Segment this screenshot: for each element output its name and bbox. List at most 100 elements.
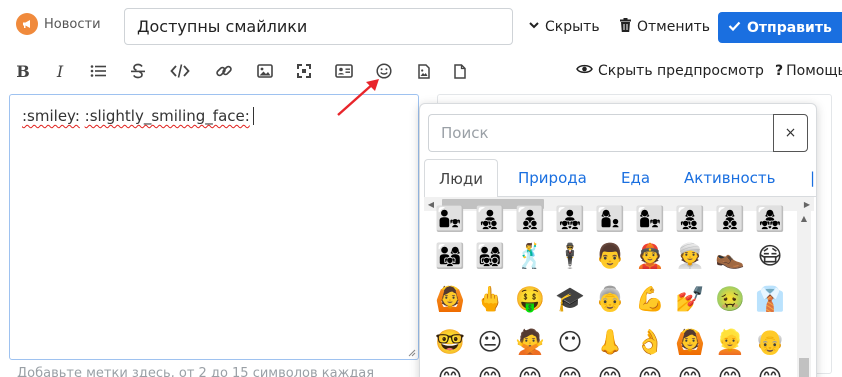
emoji-item[interactable]: 🙆 — [670, 327, 710, 357]
emoji-item[interactable]: 😊 — [550, 363, 590, 377]
emoji-item[interactable]: 😊 — [750, 363, 790, 377]
code-button[interactable] — [169, 60, 191, 82]
cancel-button-label: Отменить — [637, 19, 711, 35]
emoji-grid-scrollbar[interactable]: ▲ — [797, 211, 811, 377]
help-button-label: Помощь — [786, 63, 842, 79]
category-selector[interactable]: Новости — [16, 13, 101, 35]
emoji-item[interactable]: 👩‍👦‍👦 — [710, 204, 750, 234]
emoji-grid: 👨‍👧 👨‍👧‍👦 👨‍👦‍👦 👨‍👧‍👧 👩‍👦 👩‍👧 👩‍👧‍👦 👩‍👦‍👦 👩‍👧‍👧 👨… — [430, 205, 790, 377]
upload-file-button[interactable] — [449, 60, 471, 82]
tags-hint: Добавьте метки здесь, от 2 до 15 символо… — [17, 366, 375, 377]
editor-word-smiley: :smiley: — [22, 107, 80, 125]
emoji-item[interactable]: 🙅 — [510, 327, 550, 357]
editor-word-slightly-smiling-face: :slightly_smiling_face: — [84, 107, 250, 125]
emoji-category-tabs: Люди Природа Еда Активность | — [424, 159, 816, 198]
emoji-row: 😊😊😊😊😊😊😊😊😊 — [430, 363, 790, 377]
emoji-item[interactable]: 😊 — [670, 363, 710, 377]
trash-icon — [619, 18, 632, 36]
tab-people[interactable]: Люди — [424, 159, 499, 198]
title-input[interactable] — [124, 8, 513, 45]
toggle-preview-button[interactable]: Скрыть предпросмотр — [576, 60, 764, 82]
tab-food[interactable]: Еда — [621, 159, 650, 197]
category-label: Новости — [44, 16, 101, 32]
emoji-item[interactable]: 👞 — [710, 241, 750, 271]
emoji-row: 👨‍👧 👨‍👧‍👦 👨‍👦‍👦 👨‍👧‍👧 👩‍👦 👩‍👧 👩‍👧‍👦 👩‍👦‍👦 👩‍👧‍👧 — [430, 205, 790, 234]
emoji-item[interactable]: 👌 — [630, 327, 670, 357]
emoji-search-input[interactable] — [428, 114, 774, 152]
emoji-item[interactable]: 🕴 — [550, 241, 590, 271]
emoji-item[interactable]: 👃 — [590, 327, 630, 357]
question-icon: ? — [775, 63, 784, 79]
strikethrough-button[interactable] — [127, 60, 149, 82]
emoji-item[interactable]: 🤓 — [430, 327, 470, 357]
emoji-picker: × Люди Природа Еда Активность | ◀ ▶ 👨‍👧👨… — [419, 103, 817, 377]
hide-button-label: Скрыть — [545, 19, 600, 35]
scrollbar-thumb[interactable] — [799, 358, 809, 377]
fullscreen-button[interactable] — [293, 60, 315, 82]
emoji-item[interactable]: 💅 — [670, 284, 710, 314]
editor-content: :smiley: :slightly_smiling_face: — [22, 107, 254, 125]
upload-image-button[interactable] — [413, 60, 435, 82]
emoji-item[interactable]: 💪 — [630, 284, 670, 314]
emoji-item[interactable]: 😊 — [510, 363, 550, 377]
emoji-item[interactable]: 👩‍👧 — [630, 204, 670, 234]
italic-button[interactable]: I — [49, 60, 71, 82]
emoji-item[interactable]: 👩‍👧‍👧 — [750, 204, 790, 234]
emoji-item[interactable]: 🤑 — [510, 284, 550, 314]
emoji-item[interactable]: 😐 — [470, 327, 510, 357]
strikethrough-icon — [131, 63, 145, 79]
emoji-item[interactable]: 👨‍👧‍👧 — [550, 204, 590, 234]
emoji-item[interactable]: 👵 — [590, 284, 630, 314]
file-icon — [454, 63, 466, 79]
emoji-item[interactable]: 😊 — [590, 363, 630, 377]
emoji-item[interactable]: 👳 — [670, 241, 710, 271]
emoji-item[interactable]: 😷 — [750, 241, 790, 271]
bold-button[interactable]: B — [12, 60, 34, 82]
emoji-row: 🤓 😐 🙅 😶 👃 👌 🙆 👱 👴 — [430, 320, 790, 363]
emoji-item[interactable]: 😊 — [470, 363, 510, 377]
emoji-item[interactable]: 🎓 — [550, 284, 590, 314]
resize-grip-icon[interactable] — [408, 349, 416, 357]
emoji-item[interactable]: 😊 — [630, 363, 670, 377]
emoji-item[interactable]: 👨‍👩‍👧 — [430, 241, 470, 271]
emoji-item[interactable]: 👩‍👧‍👦 — [670, 204, 710, 234]
help-button[interactable]: ? Помощь — [775, 60, 842, 82]
emoji-item[interactable]: 👩‍👦 — [590, 204, 630, 234]
emoji-item[interactable]: 🕺 — [510, 241, 550, 271]
emoji-item[interactable]: 👨‍👧 — [430, 204, 470, 234]
emoji-item[interactable]: 👨‍👦‍👦 — [510, 204, 550, 234]
emoji-row: 👨‍👩‍👧 👨‍👩‍👧‍👦 🕺 🕴 👨 👲 👳 👞 😷 — [430, 234, 790, 277]
tab-nature[interactable]: Природа — [518, 159, 587, 197]
emoji-item[interactable]: 🖕 — [470, 284, 510, 314]
emoji-item[interactable]: 👨‍👧‍👦 — [470, 204, 510, 234]
megaphone-icon — [16, 13, 38, 35]
emoji-item[interactable]: 😶 — [550, 327, 590, 357]
scroll-up-icon[interactable]: ▲ — [797, 211, 811, 225]
image-icon — [257, 64, 273, 78]
emoji-item[interactable]: 👴 — [750, 327, 790, 357]
image-button[interactable] — [254, 60, 276, 82]
list-icon — [90, 65, 106, 77]
emoji-item[interactable]: 👨 — [590, 241, 630, 271]
bullet-list-button[interactable] — [87, 60, 109, 82]
emoji-item[interactable]: 👲 — [630, 241, 670, 271]
emoji-item[interactable]: 😊 — [430, 363, 470, 377]
link-button[interactable] — [213, 60, 235, 82]
emoji-item[interactable]: 😊 — [710, 363, 750, 377]
scroll-right-icon[interactable]: ▶ — [800, 197, 814, 211]
emoji-item[interactable]: 👱 — [710, 327, 750, 357]
cancel-button[interactable]: Отменить — [619, 13, 710, 41]
emoji-item[interactable]: 👔 — [750, 284, 790, 314]
emoji-item[interactable]: 👨‍👩‍👧‍👦 — [470, 241, 510, 271]
tab-more[interactable]: | — [810, 159, 815, 197]
chevron-down-icon — [528, 19, 540, 35]
emoji-item[interactable]: 🙆 — [430, 284, 470, 314]
send-button[interactable]: Отправить — [718, 12, 842, 43]
hide-button[interactable]: Скрыть — [528, 13, 600, 41]
emoji-search-clear-button[interactable]: × — [773, 114, 808, 152]
message-editor[interactable]: :smiley: :slightly_smiling_face: — [9, 94, 419, 360]
tab-activity[interactable]: Активность — [684, 159, 775, 197]
eye-icon — [576, 63, 593, 79]
check-icon — [728, 20, 741, 36]
emoji-item[interactable]: 🤢 — [710, 284, 750, 314]
